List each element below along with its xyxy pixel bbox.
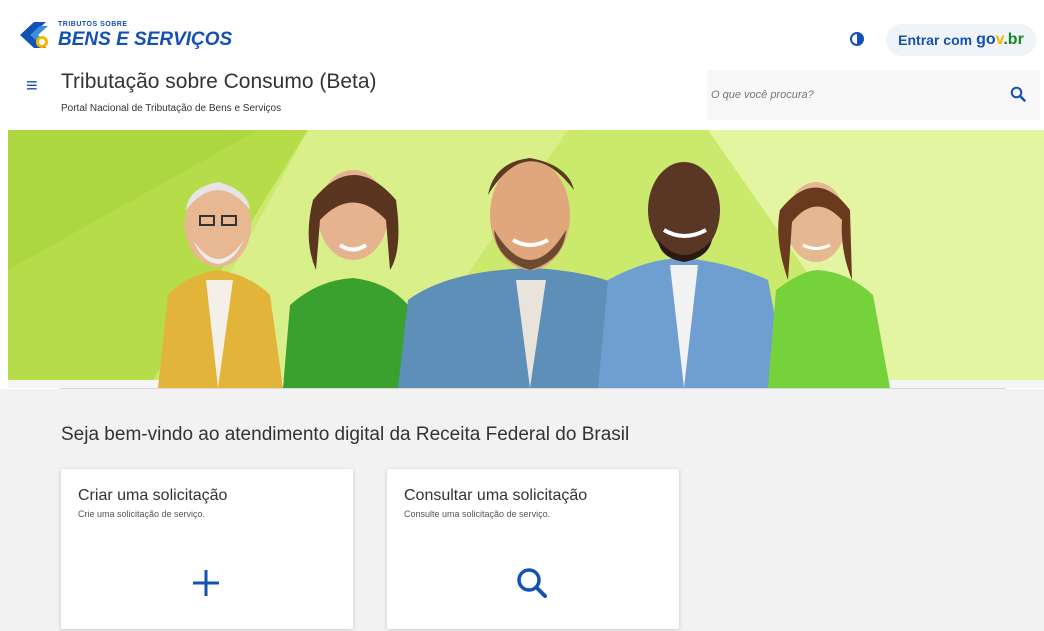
card-title: Consultar uma solicitação [404, 487, 588, 504]
hero-image [8, 130, 1044, 388]
search-input[interactable] [709, 88, 993, 102]
search-icon[interactable] [1010, 86, 1026, 107]
logo-small-text: TRIBUTOS SOBRE [58, 21, 128, 28]
logo[interactable]: TRIBUTOS SOBRE BENS E SERVIÇOS [18, 20, 232, 50]
plus-icon [187, 564, 225, 607]
search-icon [513, 564, 551, 607]
logo-title: BENS E SERVIÇOS [58, 29, 233, 50]
hamburger-icon[interactable]: ≡ [26, 76, 38, 96]
page-subtitle: Portal Nacional de Tributação de Bens e … [61, 103, 282, 114]
card-description: Crie uma solicitação de serviço. [78, 509, 206, 519]
hero-banner [8, 130, 1044, 388]
header: TRIBUTOS SOBRE BENS E SERVIÇOS Entrar co… [0, 0, 1044, 130]
login-govbr-button[interactable]: Entrar com gov.br [886, 24, 1036, 56]
welcome-heading: Seja bem-vindo ao atendimento digital da… [61, 424, 630, 445]
card-description: Consulte uma solicitação de serviço. [404, 509, 551, 519]
logo-icon [20, 22, 48, 48]
login-label: Entrar com [898, 32, 973, 48]
consult-request-card[interactable]: Consultar uma solicitação Consulte uma s… [387, 469, 679, 629]
card-title: Criar uma solicitação [78, 487, 228, 504]
govbr-logo: gov.br [976, 31, 1024, 48]
main-content: Seja bem-vindo ao atendimento digital da… [0, 389, 1044, 631]
create-request-card[interactable]: Criar uma solicitação Crie uma solicitaç… [61, 469, 353, 629]
search-bar [707, 70, 1040, 120]
page-title: Tributação sobre Consumo (Beta) [61, 70, 377, 93]
contrast-toggle-icon[interactable] [850, 32, 864, 46]
